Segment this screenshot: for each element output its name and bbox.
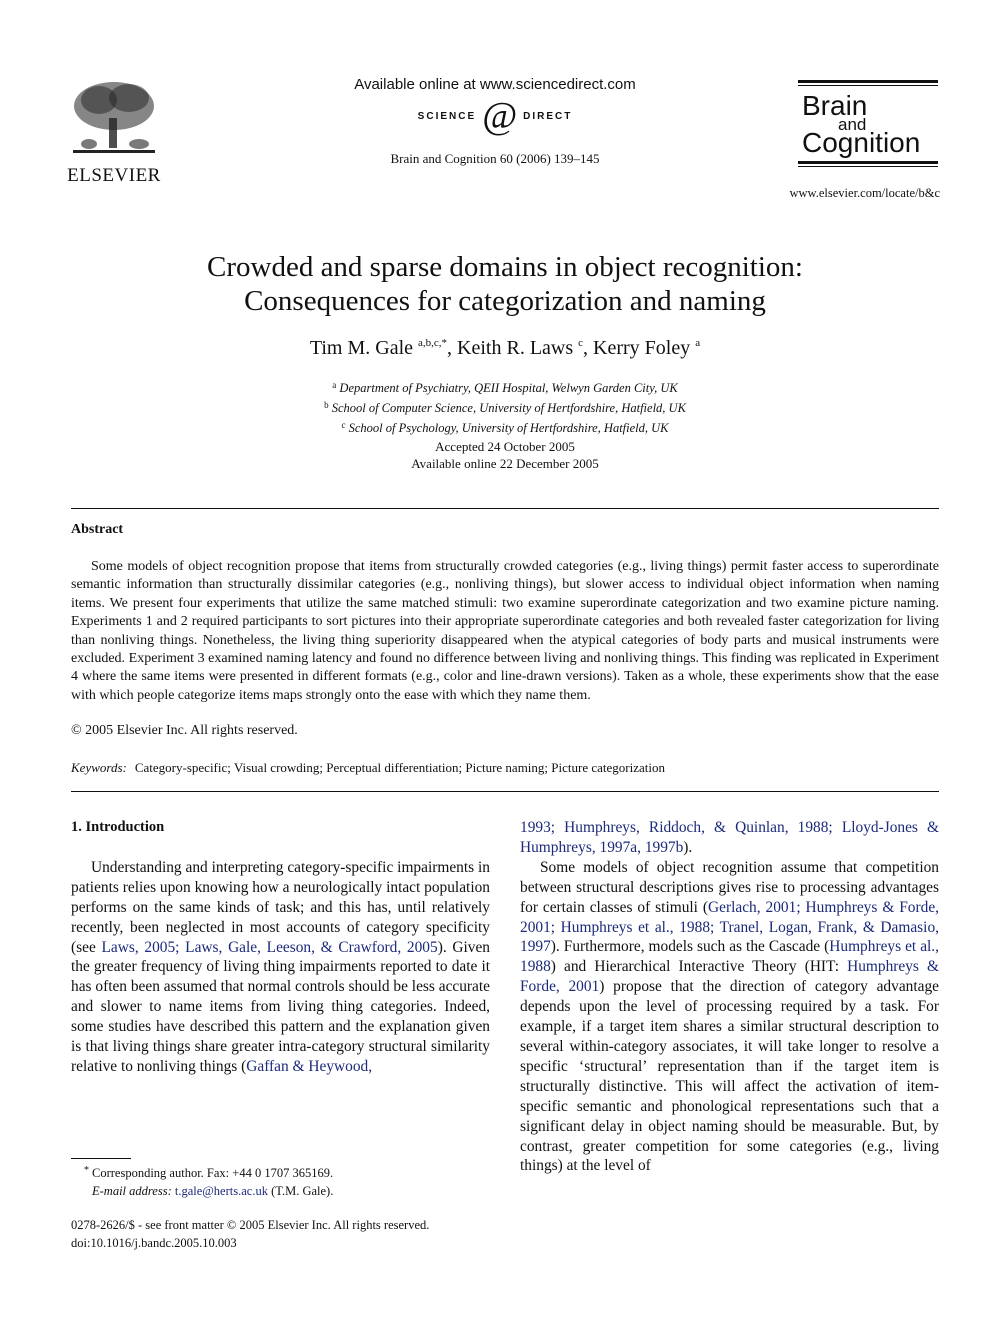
journal-reference: Brain and Cognition 60 (2006) 139–145 bbox=[390, 151, 600, 166]
body-column-left: 1. Introduction Understanding and interp… bbox=[71, 818, 490, 1077]
author-name: Kerry Foley bbox=[593, 337, 691, 359]
paragraph: Some models of object recognition assume… bbox=[520, 858, 939, 1177]
journal-logo-rule-bottom bbox=[798, 161, 938, 167]
author-affil-marker[interactable]: a,b,c,* bbox=[418, 337, 447, 349]
article-dates: Accepted 24 October 2005 Available onlin… bbox=[100, 438, 910, 472]
divider bbox=[71, 508, 939, 509]
footnote-divider bbox=[71, 1158, 131, 1159]
affiliation-text: Department of Psychiatry, QEII Hospital,… bbox=[339, 381, 678, 395]
sciencedirect-right: DIRECT bbox=[523, 110, 573, 122]
keywords-label: Keywords: bbox=[71, 760, 127, 775]
author-separator: , bbox=[447, 337, 458, 359]
author-name: Keith R. Laws bbox=[457, 337, 574, 359]
author-name: Tim M. Gale bbox=[309, 337, 414, 359]
title-line-1: Crowded and sparse domains in object rec… bbox=[207, 251, 803, 283]
doi-link[interactable]: doi:10.1016/j.bandc.2005.10.003 bbox=[71, 1234, 429, 1252]
abstract-body: Some models of object recognition propos… bbox=[71, 558, 939, 705]
paragraph: 1993; Humphreys, Riddoch, & Quinlan, 198… bbox=[520, 818, 939, 858]
title-line-2: Consequences for categorization and nami… bbox=[244, 285, 766, 317]
affiliation-text: School of Computer Science, University o… bbox=[331, 401, 686, 415]
paragraph-text: ) and Hierarchical Interactive Theory (H… bbox=[550, 958, 848, 976]
affiliation-marker: c bbox=[341, 420, 346, 430]
affiliation-text: School of Psychology, University of Hert… bbox=[348, 421, 669, 435]
elsevier-wordmark: ELSEVIER bbox=[67, 165, 161, 186]
abstract-heading: Abstract bbox=[71, 522, 124, 537]
affiliations: a Department of Psychiatry, QEII Hospita… bbox=[100, 377, 910, 437]
email-suffix: (T.M. Gale). bbox=[267, 1184, 334, 1198]
header-center: Available online at www.sciencedirect.co… bbox=[300, 76, 690, 167]
keywords-list: Category-specific; Visual crowding; Perc… bbox=[134, 760, 665, 775]
online-date: Available online 22 December 2005 bbox=[411, 456, 599, 471]
footnote: * Corresponding author. Fax: +44 0 1707 3… bbox=[71, 1162, 333, 1200]
body-column-right: 1993; Humphreys, Riddoch, & Quinlan, 198… bbox=[520, 818, 939, 1176]
front-matter: 0278-2626/$ - see front matter © 2005 El… bbox=[71, 1216, 429, 1252]
author-separator: , bbox=[583, 337, 594, 359]
affiliation-marker: a bbox=[332, 380, 337, 390]
front-matter-copyright: 0278-2626/$ - see front matter © 2005 El… bbox=[71, 1218, 430, 1232]
article-title: Crowded and sparse domains in object rec… bbox=[100, 250, 910, 318]
available-online-link[interactable]: Available online at www.sciencedirect.co… bbox=[300, 76, 690, 93]
corresponding-author: Corresponding author. Fax: +44 0 1707 36… bbox=[92, 1166, 334, 1180]
paragraph-text: ). Furthermore, models such as the Casca… bbox=[550, 938, 830, 956]
abstract-text: Some models of object recognition propos… bbox=[71, 559, 939, 703]
citation-link[interactable]: Gaffan & Heywood, bbox=[246, 1058, 372, 1075]
journal-url-link[interactable]: www.elsevier.com/locate/b&c bbox=[770, 186, 940, 201]
footnote-marker: * bbox=[84, 1165, 89, 1176]
author-affil-marker[interactable]: a bbox=[695, 337, 700, 349]
paragraph: Understanding and interpreting category-… bbox=[71, 858, 490, 1077]
journal-logo: Brain and Cognition bbox=[798, 80, 938, 167]
paragraph-text: ). Given the greater frequency of living… bbox=[71, 938, 491, 1075]
divider bbox=[71, 791, 939, 792]
sciencedirect-at-icon: @ bbox=[482, 95, 518, 137]
email-label: E-mail address: bbox=[92, 1184, 172, 1198]
paragraph-text: ) propose that the direction of category… bbox=[520, 978, 939, 1175]
email-link[interactable]: t.gale@herts.ac.uk bbox=[175, 1184, 268, 1198]
sciencedirect-left: SCIENCE bbox=[417, 110, 477, 122]
citation-link[interactable]: 1993; Humphreys, Riddoch, & Quinlan, 198… bbox=[520, 819, 939, 856]
keywords: Keywords: Category-specific; Visual crowd… bbox=[71, 760, 665, 776]
elsevier-logo: ELSEVIER bbox=[66, 78, 162, 186]
paragraph-text: ). bbox=[683, 838, 693, 856]
journal-logo-cognition: Cognition bbox=[802, 127, 921, 158]
section-heading: 1. Introduction bbox=[71, 819, 165, 835]
abstract-copyright: © 2005 Elsevier Inc. All rights reserved… bbox=[71, 723, 298, 738]
affiliation: a Department of Psychiatry, QEII Hospita… bbox=[100, 377, 910, 397]
affiliation: c School of Psychology, University of He… bbox=[100, 417, 910, 437]
sciencedirect-logo[interactable]: SCIENCE @ DIRECT bbox=[300, 95, 690, 137]
author-list: Tim M. Gale a,b,c,*, Keith R. Laws c, Ke… bbox=[100, 337, 910, 360]
affiliation: b School of Computer Science, University… bbox=[100, 397, 910, 417]
affiliation-marker: b bbox=[324, 400, 329, 410]
accepted-date: Accepted 24 October 2005 bbox=[435, 439, 575, 454]
citation-link[interactable]: Laws, 2005; Laws, Gale, Leeson, & Crawfo… bbox=[102, 939, 438, 956]
elsevier-tree-icon bbox=[73, 82, 155, 153]
